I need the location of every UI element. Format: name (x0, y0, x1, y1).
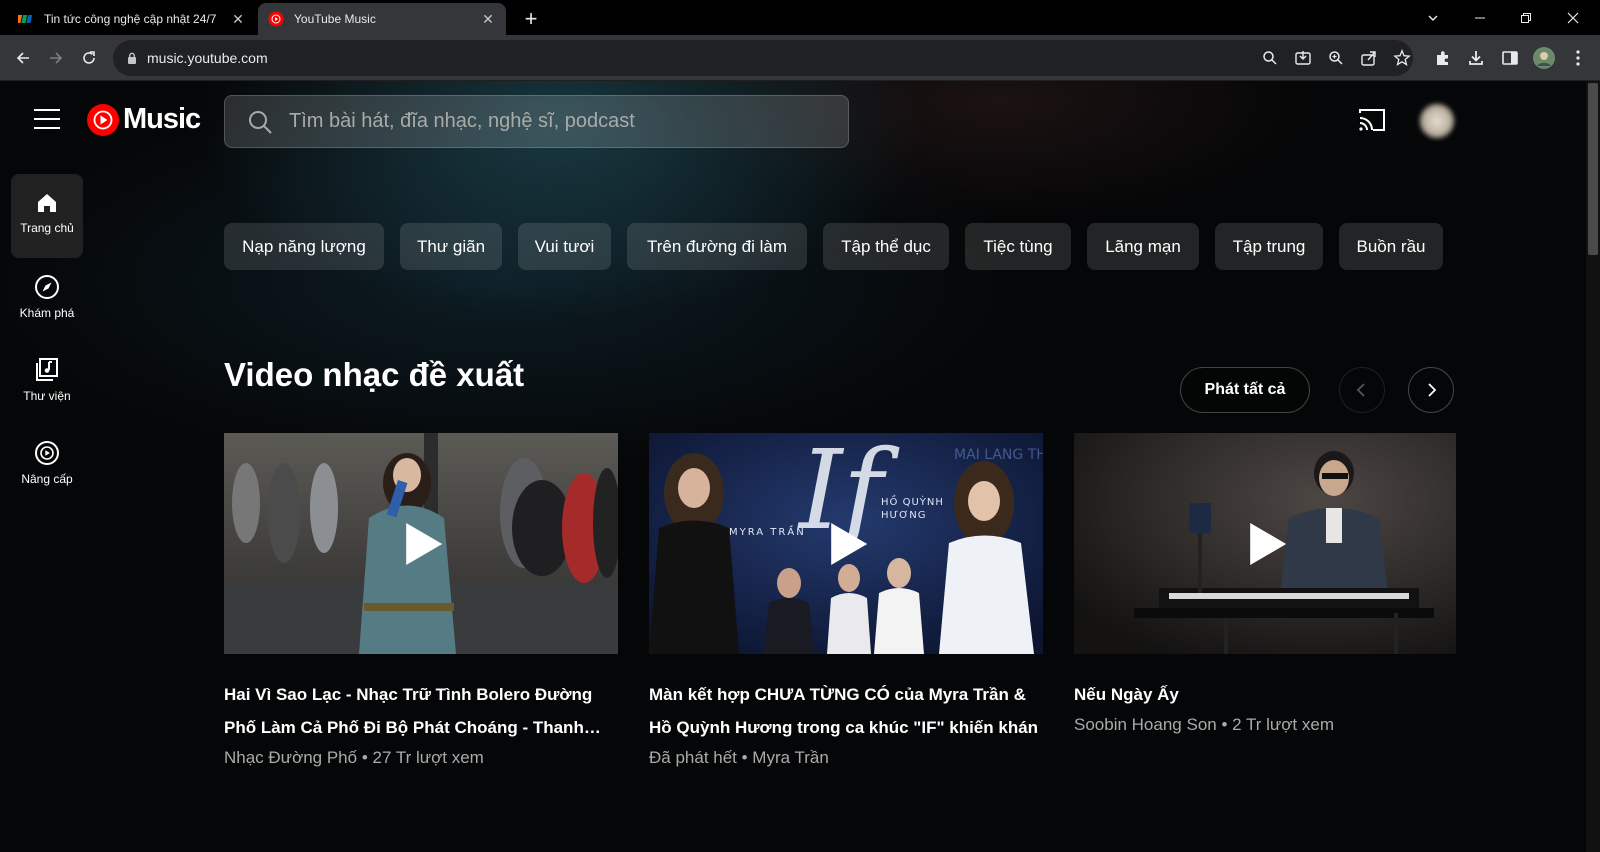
url-text: music.youtube.com (147, 50, 268, 66)
nav-item-explore[interactable]: Khám phá (11, 257, 83, 341)
extensions-icon[interactable] (1428, 43, 1458, 73)
browser-toolbar: music.youtube.com (0, 35, 1600, 81)
zoom-icon[interactable] (1327, 49, 1345, 67)
play-icon[interactable] (404, 521, 444, 567)
video-title[interactable]: Nếu Ngày Ấy (1074, 678, 1456, 711)
new-tab-button[interactable]: + (518, 6, 544, 32)
logo-wordmark: Music (123, 103, 201, 135)
youtube-music-page: Music Trang chủ Khám phá Thư viện Nâng c… (0, 81, 1600, 852)
forward-icon[interactable] (41, 43, 71, 73)
chip[interactable]: Vui tươi (518, 223, 611, 270)
nav-label: Thư viện (23, 389, 71, 403)
carousel-prev-button[interactable] (1339, 367, 1385, 413)
video-thumbnail[interactable] (224, 433, 618, 654)
tab-close-icon[interactable]: ✕ (230, 11, 246, 27)
video-title[interactable]: Màn kết hợp CHƯA TỪNG CÓ của Myra Trần &… (649, 678, 1043, 744)
chevron-right-icon (1428, 383, 1437, 397)
minimize-button[interactable] (1457, 0, 1503, 35)
upgrade-icon (35, 441, 59, 465)
section-title: Video nhạc đề xuất (224, 356, 525, 393)
back-icon[interactable] (8, 43, 38, 73)
install-app-icon[interactable] (1294, 49, 1312, 67)
side-panel-icon[interactable] (1495, 43, 1525, 73)
tab-tin-tuc[interactable]: Tin tức công nghệ cập nhật 24/7 ✕ (8, 3, 256, 35)
search-icon (249, 110, 272, 134)
library-icon (36, 358, 58, 381)
reload-icon[interactable] (74, 43, 104, 73)
chip[interactable]: Tập trung (1215, 223, 1323, 270)
thumb-artist-left: MYRA TRẦN (729, 524, 806, 538)
hamburger-menu-icon[interactable] (34, 109, 60, 129)
chip[interactable]: Thư giãn (400, 223, 502, 270)
chip[interactable]: Tập thể dục (823, 223, 949, 270)
search-box[interactable] (224, 95, 849, 148)
scrollbar-thumb[interactable] (1588, 83, 1598, 255)
play-icon[interactable] (1248, 521, 1288, 567)
browser-tab-bar: Tin tức công nghệ cập nhật 24/7 ✕ YouTub… (0, 0, 1600, 35)
youtube-music-logo[interactable]: Music (87, 103, 201, 136)
lock-icon (128, 52, 136, 64)
chip[interactable]: Lãng mạn (1087, 223, 1199, 270)
restore-button[interactable] (1503, 0, 1549, 35)
play-all-button[interactable]: Phát tất cả (1180, 367, 1310, 413)
tab-search-icon[interactable] (1410, 0, 1456, 35)
search-input[interactable] (289, 110, 809, 133)
tab-title: YouTube Music (294, 12, 376, 26)
compass-icon (35, 275, 59, 299)
page-scrollbar[interactable] (1586, 81, 1600, 852)
nav-item-upgrade[interactable]: Nâng cấp (11, 423, 83, 507)
chevron-left-icon (1356, 383, 1365, 397)
tab-close-icon[interactable]: ✕ (480, 11, 496, 27)
video-card[interactable]: Hai Vì Sao Lạc - Nhạc Trữ Tình Bolero Đư… (224, 433, 618, 768)
nav-label: Khám phá (19, 306, 75, 320)
video-card[interactable]: Nếu Ngày Ấy Soobin Hoang Son • 2 Tr lượt… (1074, 433, 1456, 735)
close-window-button[interactable] (1550, 0, 1596, 35)
video-meta: Nhạc Đường Phố • 27 Tr lượt xem (224, 748, 484, 767)
browser-menu-icon[interactable] (1563, 43, 1593, 73)
chip[interactable]: Tiệc tùng (965, 223, 1071, 270)
chip[interactable]: Trên đường đi làm (627, 223, 807, 270)
share-icon[interactable] (1360, 49, 1378, 67)
chip[interactable]: Buồn rầu (1339, 223, 1443, 270)
video-thumbnail[interactable] (1074, 433, 1456, 654)
play-icon[interactable] (829, 521, 869, 567)
nav-item-library[interactable]: Thư viện (11, 340, 83, 424)
video-meta: Soobin Hoang Son • 2 Tr lượt xem (1074, 715, 1334, 734)
address-bar[interactable]: music.youtube.com (113, 40, 1413, 76)
youtube-music-favicon (268, 11, 284, 27)
nav-item-home[interactable]: Trang chủ (11, 174, 83, 258)
video-thumbnail[interactable]: If MYRA TRẦN HỒ QUỲNHHƯƠNG MAI LANG THAN… (649, 433, 1043, 654)
video-meta: Đã phát hết • Myra Trần (649, 748, 829, 767)
nav-label: Nâng cấp (21, 472, 73, 486)
account-avatar[interactable] (1419, 103, 1455, 139)
downloads-icon[interactable] (1461, 43, 1491, 73)
cast-icon[interactable] (1358, 108, 1386, 137)
fpt-favicon (18, 15, 33, 23)
search-page-icon[interactable] (1261, 49, 1279, 67)
bookmark-star-icon[interactable] (1393, 49, 1411, 67)
nav-label: Trang chủ (20, 221, 74, 235)
video-title[interactable]: Hai Vì Sao Lạc - Nhạc Trữ Tình Bolero Đư… (224, 678, 618, 744)
chip[interactable]: Nạp năng lượng (224, 223, 384, 270)
home-icon (38, 194, 56, 212)
profile-avatar-icon[interactable] (1529, 43, 1559, 73)
video-card[interactable]: If MYRA TRẦN HỒ QUỲNHHƯƠNG MAI LANG THAN… (649, 433, 1043, 768)
tab-title: Tin tức công nghệ cập nhật 24/7 (44, 12, 217, 26)
tab-youtube-music[interactable]: YouTube Music ✕ (258, 3, 506, 35)
youtube-music-logo-icon (87, 103, 119, 136)
carousel-next-button[interactable] (1408, 367, 1454, 413)
thumb-corner-text: MAI LANG THANG (954, 447, 1043, 463)
